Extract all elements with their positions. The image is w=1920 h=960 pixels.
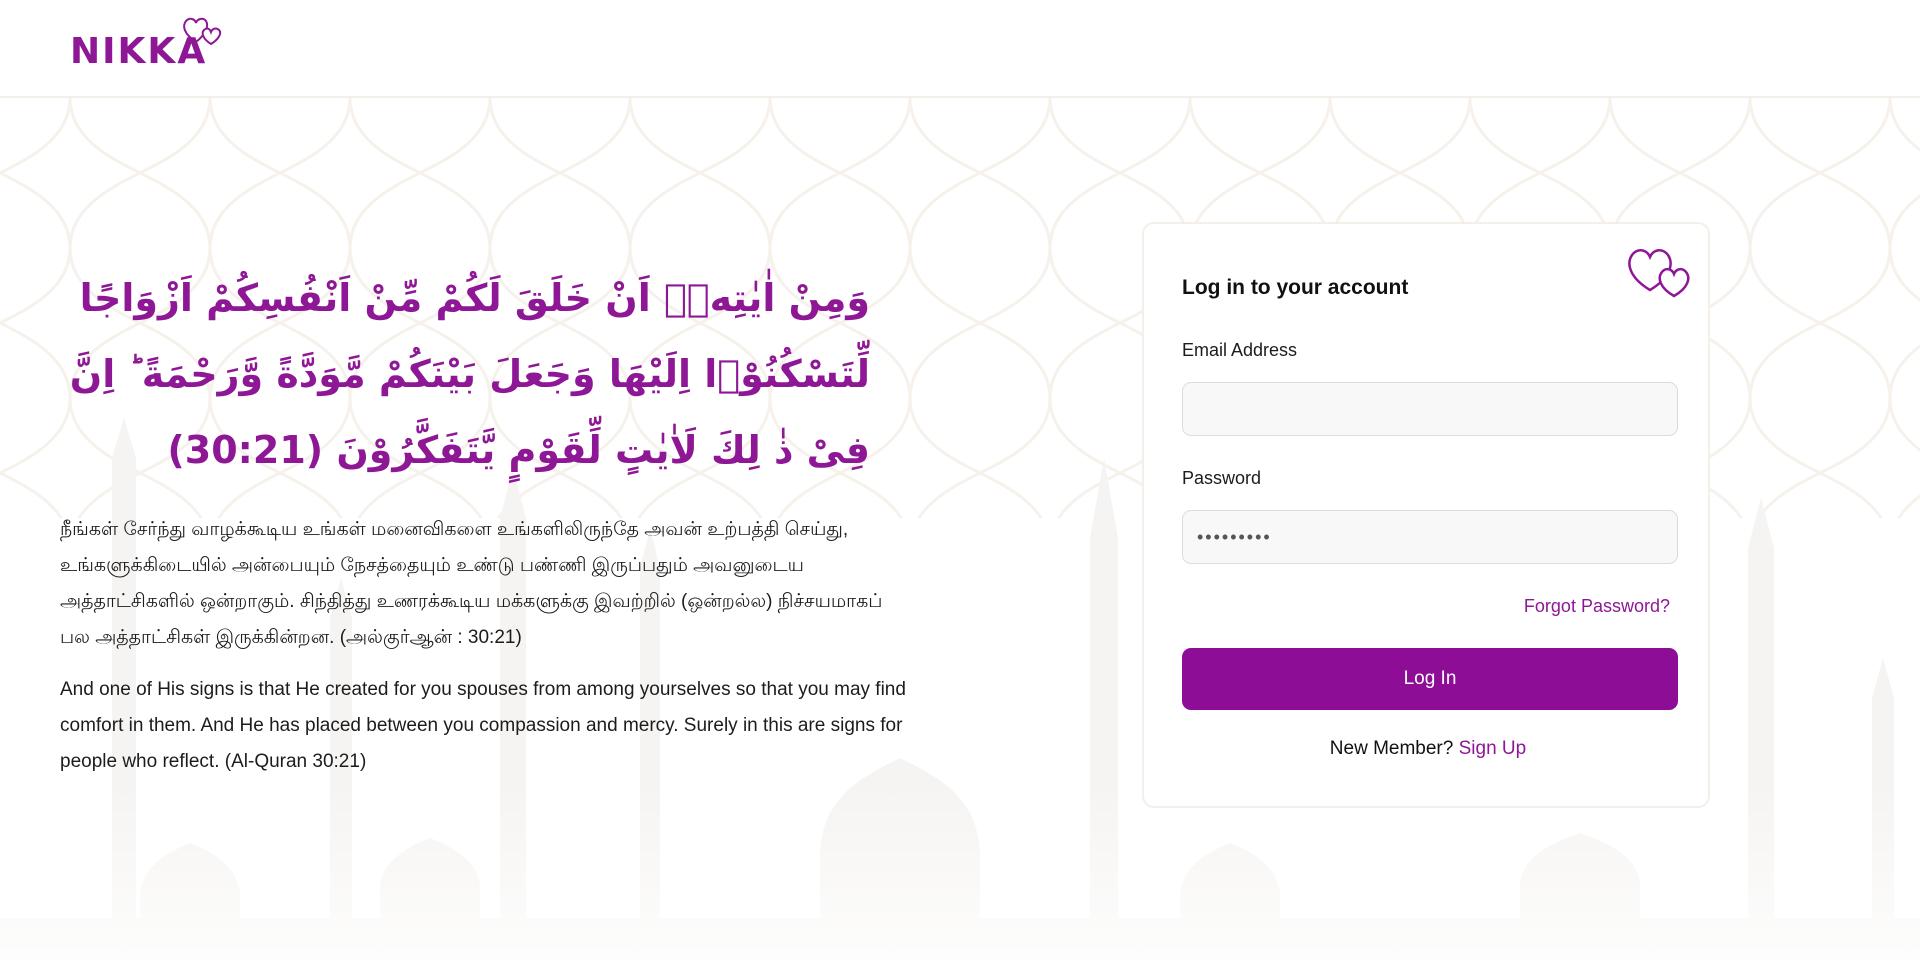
password-label: Password xyxy=(1182,468,1262,488)
login-card: Log in to your account Email Address Pas… xyxy=(1142,222,1710,808)
email-field[interactable] xyxy=(1182,382,1678,436)
quran-verse-arabic: وَمِنْ اٰيٰتِهٖۤ اَنْ خَلَقَ لَكُمْ مِّن… xyxy=(69,276,870,472)
forgot-password-link[interactable]: Forgot Password? xyxy=(1524,596,1670,617)
new-member-text: New Member? xyxy=(1329,738,1454,759)
signup-row: New Member? Sign Up xyxy=(1144,738,1712,760)
main-content: وَمِنْ اٰيٰتِهٖۤ اَنْ خَلَقَ لَكُمْ مِّن… xyxy=(0,0,1920,960)
email-label: Email Address xyxy=(1182,340,1298,360)
hearts-icon xyxy=(1628,249,1690,298)
site-header: NIKKA xyxy=(0,0,1920,98)
logo-hearts-icon xyxy=(183,17,222,46)
nikka-logo[interactable]: NIKKA xyxy=(70,14,230,78)
signup-link[interactable]: Sign Up xyxy=(1459,738,1527,759)
login-button[interactable]: Log In xyxy=(1182,648,1678,710)
password-field[interactable] xyxy=(1182,510,1678,564)
quran-verse-tamil: நீங்கள் சேர்ந்து வாழக்கூடிய உங்கள் மனைவி… xyxy=(60,519,883,648)
login-title: Log in to your account xyxy=(1182,276,1409,299)
quran-verse-english: And one of His signs is that He created … xyxy=(60,679,906,772)
